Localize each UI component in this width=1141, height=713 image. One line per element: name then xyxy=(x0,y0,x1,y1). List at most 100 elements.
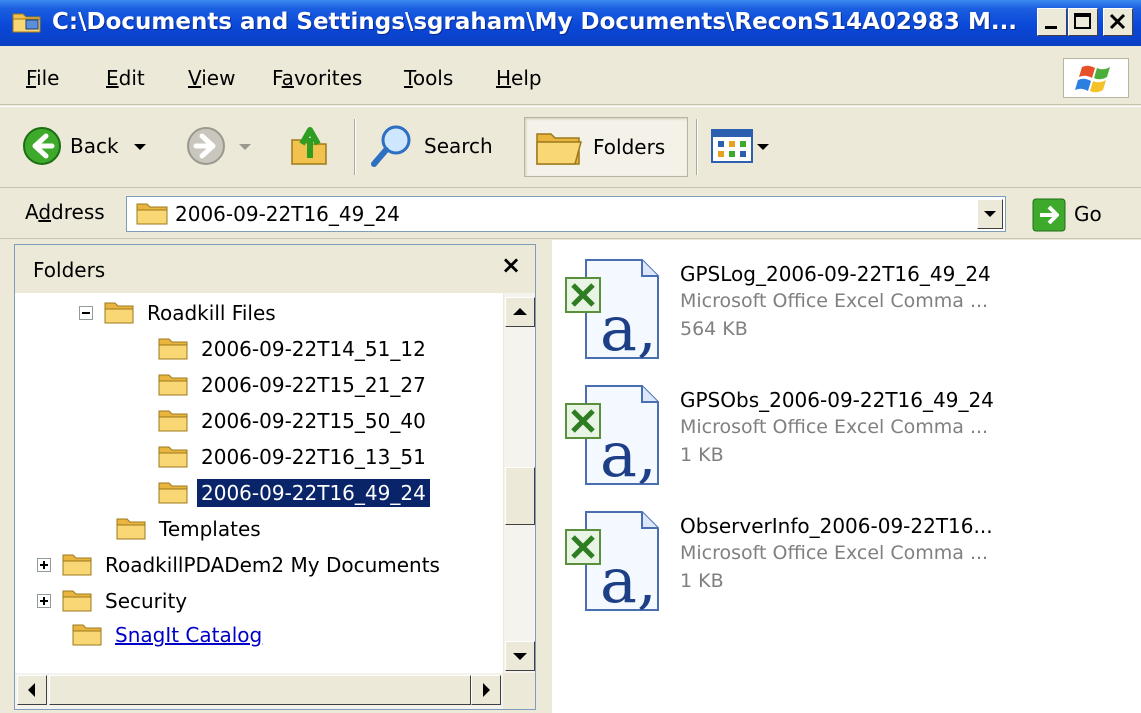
folders-pane-title: Folders xyxy=(33,258,106,282)
folder-icon xyxy=(62,590,92,612)
tree-item[interactable]: Security xyxy=(37,583,191,619)
file-size: 1 KB xyxy=(680,444,724,466)
folder-icon xyxy=(116,518,146,540)
folders-icon xyxy=(536,133,582,165)
title-bar[interactable]: C:\Documents and Settings\sgraham\My Doc… xyxy=(0,0,1141,46)
expand-icon[interactable] xyxy=(37,558,51,572)
collapse-icon[interactable] xyxy=(79,306,93,320)
folders-toggle-button[interactable]: Folders xyxy=(524,117,688,177)
up-folder-icon xyxy=(291,127,327,165)
standard-toolbar: Back Search Folders xyxy=(0,106,1141,188)
close-pane-button[interactable]: × xyxy=(497,251,525,279)
search-button[interactable]: Search xyxy=(368,119,493,173)
tree-item[interactable]: Roadkill Files xyxy=(79,295,280,331)
svg-text:a,: a, xyxy=(600,544,657,616)
tree-item-label: SnagIt Catalog xyxy=(115,623,263,647)
file-size: 1 KB xyxy=(680,570,724,592)
file-type: Microsoft Office Excel Comma ... xyxy=(680,542,989,564)
horizontal-scrollbar[interactable] xyxy=(15,673,503,709)
file-item[interactable]: a, ObserverInfo_2006-09-22T16... Microsoft… xyxy=(562,506,1122,626)
folder-icon xyxy=(72,624,102,646)
pane-splitter[interactable] xyxy=(536,240,552,713)
tree-item[interactable]: Templates xyxy=(115,511,265,547)
scrollbar-corner xyxy=(503,673,535,709)
file-name: GPSObs_2006-09-22T16_49_24 xyxy=(680,388,994,412)
file-name: GPSLog_2006-09-22T16_49_24 xyxy=(680,262,991,286)
close-icon xyxy=(1109,13,1126,30)
scroll-down-button[interactable] xyxy=(505,641,535,671)
excel-csv-file-icon: a, xyxy=(565,385,659,490)
folder-icon xyxy=(136,203,168,225)
tree-item[interactable]: 2006-09-22T16_49_24 xyxy=(157,475,431,511)
svg-text:a,: a, xyxy=(600,418,657,490)
forward-arrow-icon xyxy=(187,127,225,165)
address-label: Address xyxy=(25,200,105,224)
back-arrow-icon xyxy=(23,127,61,165)
tree-item-label: Templates xyxy=(159,517,261,541)
folder-icon xyxy=(158,374,188,396)
file-type: Microsoft Office Excel Comma ... xyxy=(680,416,989,438)
tree-item[interactable]: RoadkillPDADem2 My Documents xyxy=(37,547,444,583)
vertical-scrollbar[interactable] xyxy=(503,293,535,673)
chevron-up-icon xyxy=(513,308,527,315)
address-input[interactable]: 2006-09-22T16_49_24 xyxy=(126,196,1006,232)
views-icon xyxy=(711,129,753,163)
folder-icon xyxy=(158,446,188,468)
scroll-right-button[interactable] xyxy=(471,675,501,705)
folder-icon xyxy=(158,338,188,360)
svg-text:a,: a, xyxy=(600,292,657,364)
menu-tools[interactable]: Tools xyxy=(404,66,453,90)
menu-file[interactable]: File xyxy=(26,66,59,90)
up-folder-button[interactable] xyxy=(288,119,332,173)
tree-item-label: Roadkill Files xyxy=(147,301,276,325)
file-item[interactable]: a, GPSLog_2006-09-22T16_49_24 Microsoft Of… xyxy=(562,254,1122,374)
tree-item-label: 2006-09-22T14_51_12 xyxy=(201,337,426,361)
chevron-down-icon xyxy=(239,144,251,150)
close-button[interactable] xyxy=(1103,8,1133,36)
menu-bar: File Edit View Favorites Tools Help xyxy=(0,52,1141,105)
tree-item-label: 2006-09-22T16_13_51 xyxy=(201,445,426,469)
tree-item-label: 2006-09-22T16_49_24 xyxy=(196,478,431,508)
file-list: a, GPSLog_2006-09-22T16_49_24 Microsoft Of… xyxy=(552,240,1141,713)
folder-icon xyxy=(12,13,41,33)
tree-item[interactable]: 2006-09-22T14_51_12 xyxy=(157,331,430,367)
chevron-down-icon xyxy=(133,144,146,150)
window-title: C:\Documents and Settings\sgraham\My Doc… xyxy=(52,9,1018,35)
go-arrow-icon xyxy=(1032,198,1066,232)
tree-item[interactable]: 2006-09-22T16_13_51 xyxy=(157,439,430,475)
forward-button[interactable] xyxy=(186,119,256,173)
scroll-up-button[interactable] xyxy=(505,297,535,327)
search-icon xyxy=(371,125,411,167)
excel-csv-file-icon: a, xyxy=(565,511,659,616)
tree-item-label: RoadkillPDADem2 My Documents xyxy=(105,553,440,577)
file-type: Microsoft Office Excel Comma ... xyxy=(680,290,989,312)
menu-edit[interactable]: Edit xyxy=(106,66,145,90)
maximize-icon xyxy=(1074,13,1091,29)
scroll-thumb[interactable] xyxy=(505,467,535,525)
minimize-button[interactable] xyxy=(1037,8,1067,36)
toolbar-separator xyxy=(696,119,698,175)
tree-item[interactable]: 2006-09-22T15_50_40 xyxy=(157,403,430,439)
folders-pane: Folders × Roadkill Files 2006-09-22T14_51… xyxy=(14,244,536,710)
file-size: 564 KB xyxy=(680,318,748,340)
menu-help[interactable]: Help xyxy=(496,66,542,90)
scroll-left-button[interactable] xyxy=(17,675,47,705)
tree-item[interactable]: 2006-09-22T15_21_27 xyxy=(157,367,430,403)
folder-tree: Roadkill Files 2006-09-22T14_51_12 2006-09… xyxy=(15,293,503,673)
folder-icon xyxy=(62,554,92,576)
folder-icon xyxy=(158,410,188,432)
scroll-thumb[interactable] xyxy=(49,675,471,705)
tree-item[interactable]: SnagIt Catalog xyxy=(71,617,266,653)
go-button[interactable]: Go xyxy=(1024,198,1134,232)
menu-view[interactable]: View xyxy=(188,66,235,90)
menu-favorites[interactable]: Favorites xyxy=(272,66,362,90)
minimize-icon xyxy=(1045,26,1057,29)
maximize-button[interactable] xyxy=(1068,8,1098,36)
views-button[interactable] xyxy=(710,119,772,173)
address-dropdown-button[interactable] xyxy=(977,199,1003,229)
back-button[interactable]: Back xyxy=(22,119,151,173)
expand-icon[interactable] xyxy=(37,594,51,608)
file-item[interactable]: a, GPSObs_2006-09-22T16_49_24 Microsoft Of… xyxy=(562,380,1122,500)
folder-icon xyxy=(104,302,134,324)
excel-csv-file-icon: a, xyxy=(565,259,659,364)
